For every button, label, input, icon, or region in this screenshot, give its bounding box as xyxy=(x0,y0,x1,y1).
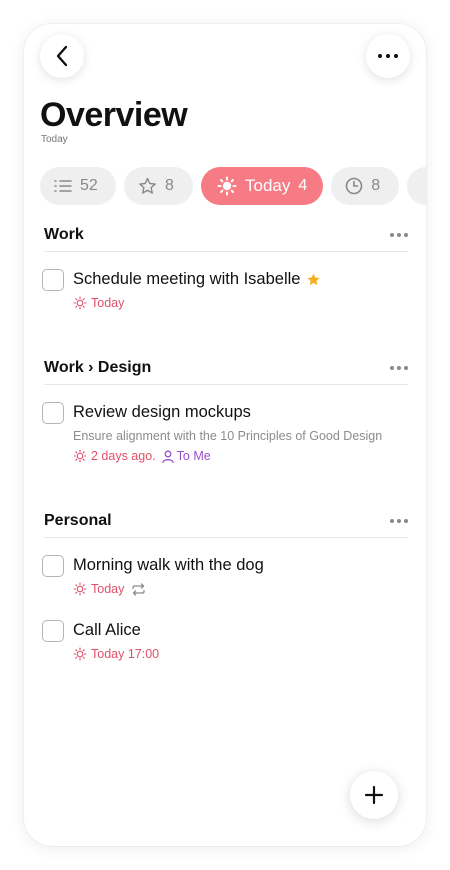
task-note: Ensure alignment with the 10 Principles … xyxy=(73,429,383,443)
task-due: 2 days ago. xyxy=(91,449,156,463)
ellipsis-icon xyxy=(378,54,398,58)
filter-starred-count: 8 xyxy=(165,177,174,194)
task-checkbox[interactable] xyxy=(42,555,64,577)
sun-outline-icon xyxy=(73,647,87,661)
filter-chips: 52 8 Today 4 8 xyxy=(40,167,426,205)
task-title: Review design mockups xyxy=(73,403,251,421)
task-title: Morning walk with the dog xyxy=(73,556,264,574)
clock-icon xyxy=(345,177,363,195)
section-options-icon[interactable] xyxy=(390,365,408,370)
task-checkbox[interactable] xyxy=(42,620,64,642)
app-screen: Overview Today 52 8 Today 4 8 Work Sched… xyxy=(24,24,426,846)
sun-outline-icon xyxy=(73,296,87,310)
filter-more-chip[interactable] xyxy=(407,167,426,205)
task-title: Schedule meeting with Isabelle xyxy=(73,270,301,288)
section-header-work-design: Work › Design xyxy=(44,355,408,385)
chevron-left-icon xyxy=(56,45,68,67)
sun-outline-icon xyxy=(73,449,87,463)
back-button[interactable] xyxy=(40,34,84,78)
task-due: Today 17:00 xyxy=(91,647,160,661)
filter-scheduled-count: 8 xyxy=(371,177,381,194)
section-options-icon[interactable] xyxy=(390,232,408,237)
star-filled-icon xyxy=(307,273,321,286)
task-title: Call Alice xyxy=(73,621,141,639)
task-due: Today xyxy=(91,296,125,310)
section-header-personal: Personal xyxy=(44,508,408,538)
list-icon xyxy=(54,180,72,192)
filter-scheduled-chip[interactable]: 8 xyxy=(331,167,400,205)
sun-icon xyxy=(217,176,237,196)
filter-today-label: Today xyxy=(245,176,291,195)
repeat-icon xyxy=(132,582,146,596)
task-assignee: To Me xyxy=(176,449,211,463)
page-subtitle: Today xyxy=(41,134,68,145)
section-title: Work xyxy=(44,225,84,243)
section-options-icon[interactable] xyxy=(390,518,408,523)
star-outline-icon xyxy=(139,177,156,194)
task-checkbox[interactable] xyxy=(42,269,64,291)
section-header-work: Work xyxy=(44,222,408,252)
filter-all-count: 52 xyxy=(80,177,98,194)
sun-outline-icon xyxy=(73,582,87,596)
filter-today-chip[interactable]: Today 4 xyxy=(201,167,324,205)
task-checkbox[interactable] xyxy=(42,402,64,424)
add-task-button[interactable] xyxy=(350,771,398,819)
page-title: Overview xyxy=(40,96,188,134)
filter-all-chip[interactable]: 52 xyxy=(40,167,116,205)
section-title: Work › Design xyxy=(44,358,152,376)
filter-today-count: 4 xyxy=(298,177,308,194)
more-options-button[interactable] xyxy=(366,34,410,78)
task-due: Today xyxy=(91,582,125,596)
section-title: Personal xyxy=(44,511,112,529)
plus-icon xyxy=(364,785,384,805)
person-icon xyxy=(161,450,174,463)
filter-starred-chip[interactable]: 8 xyxy=(124,167,193,205)
